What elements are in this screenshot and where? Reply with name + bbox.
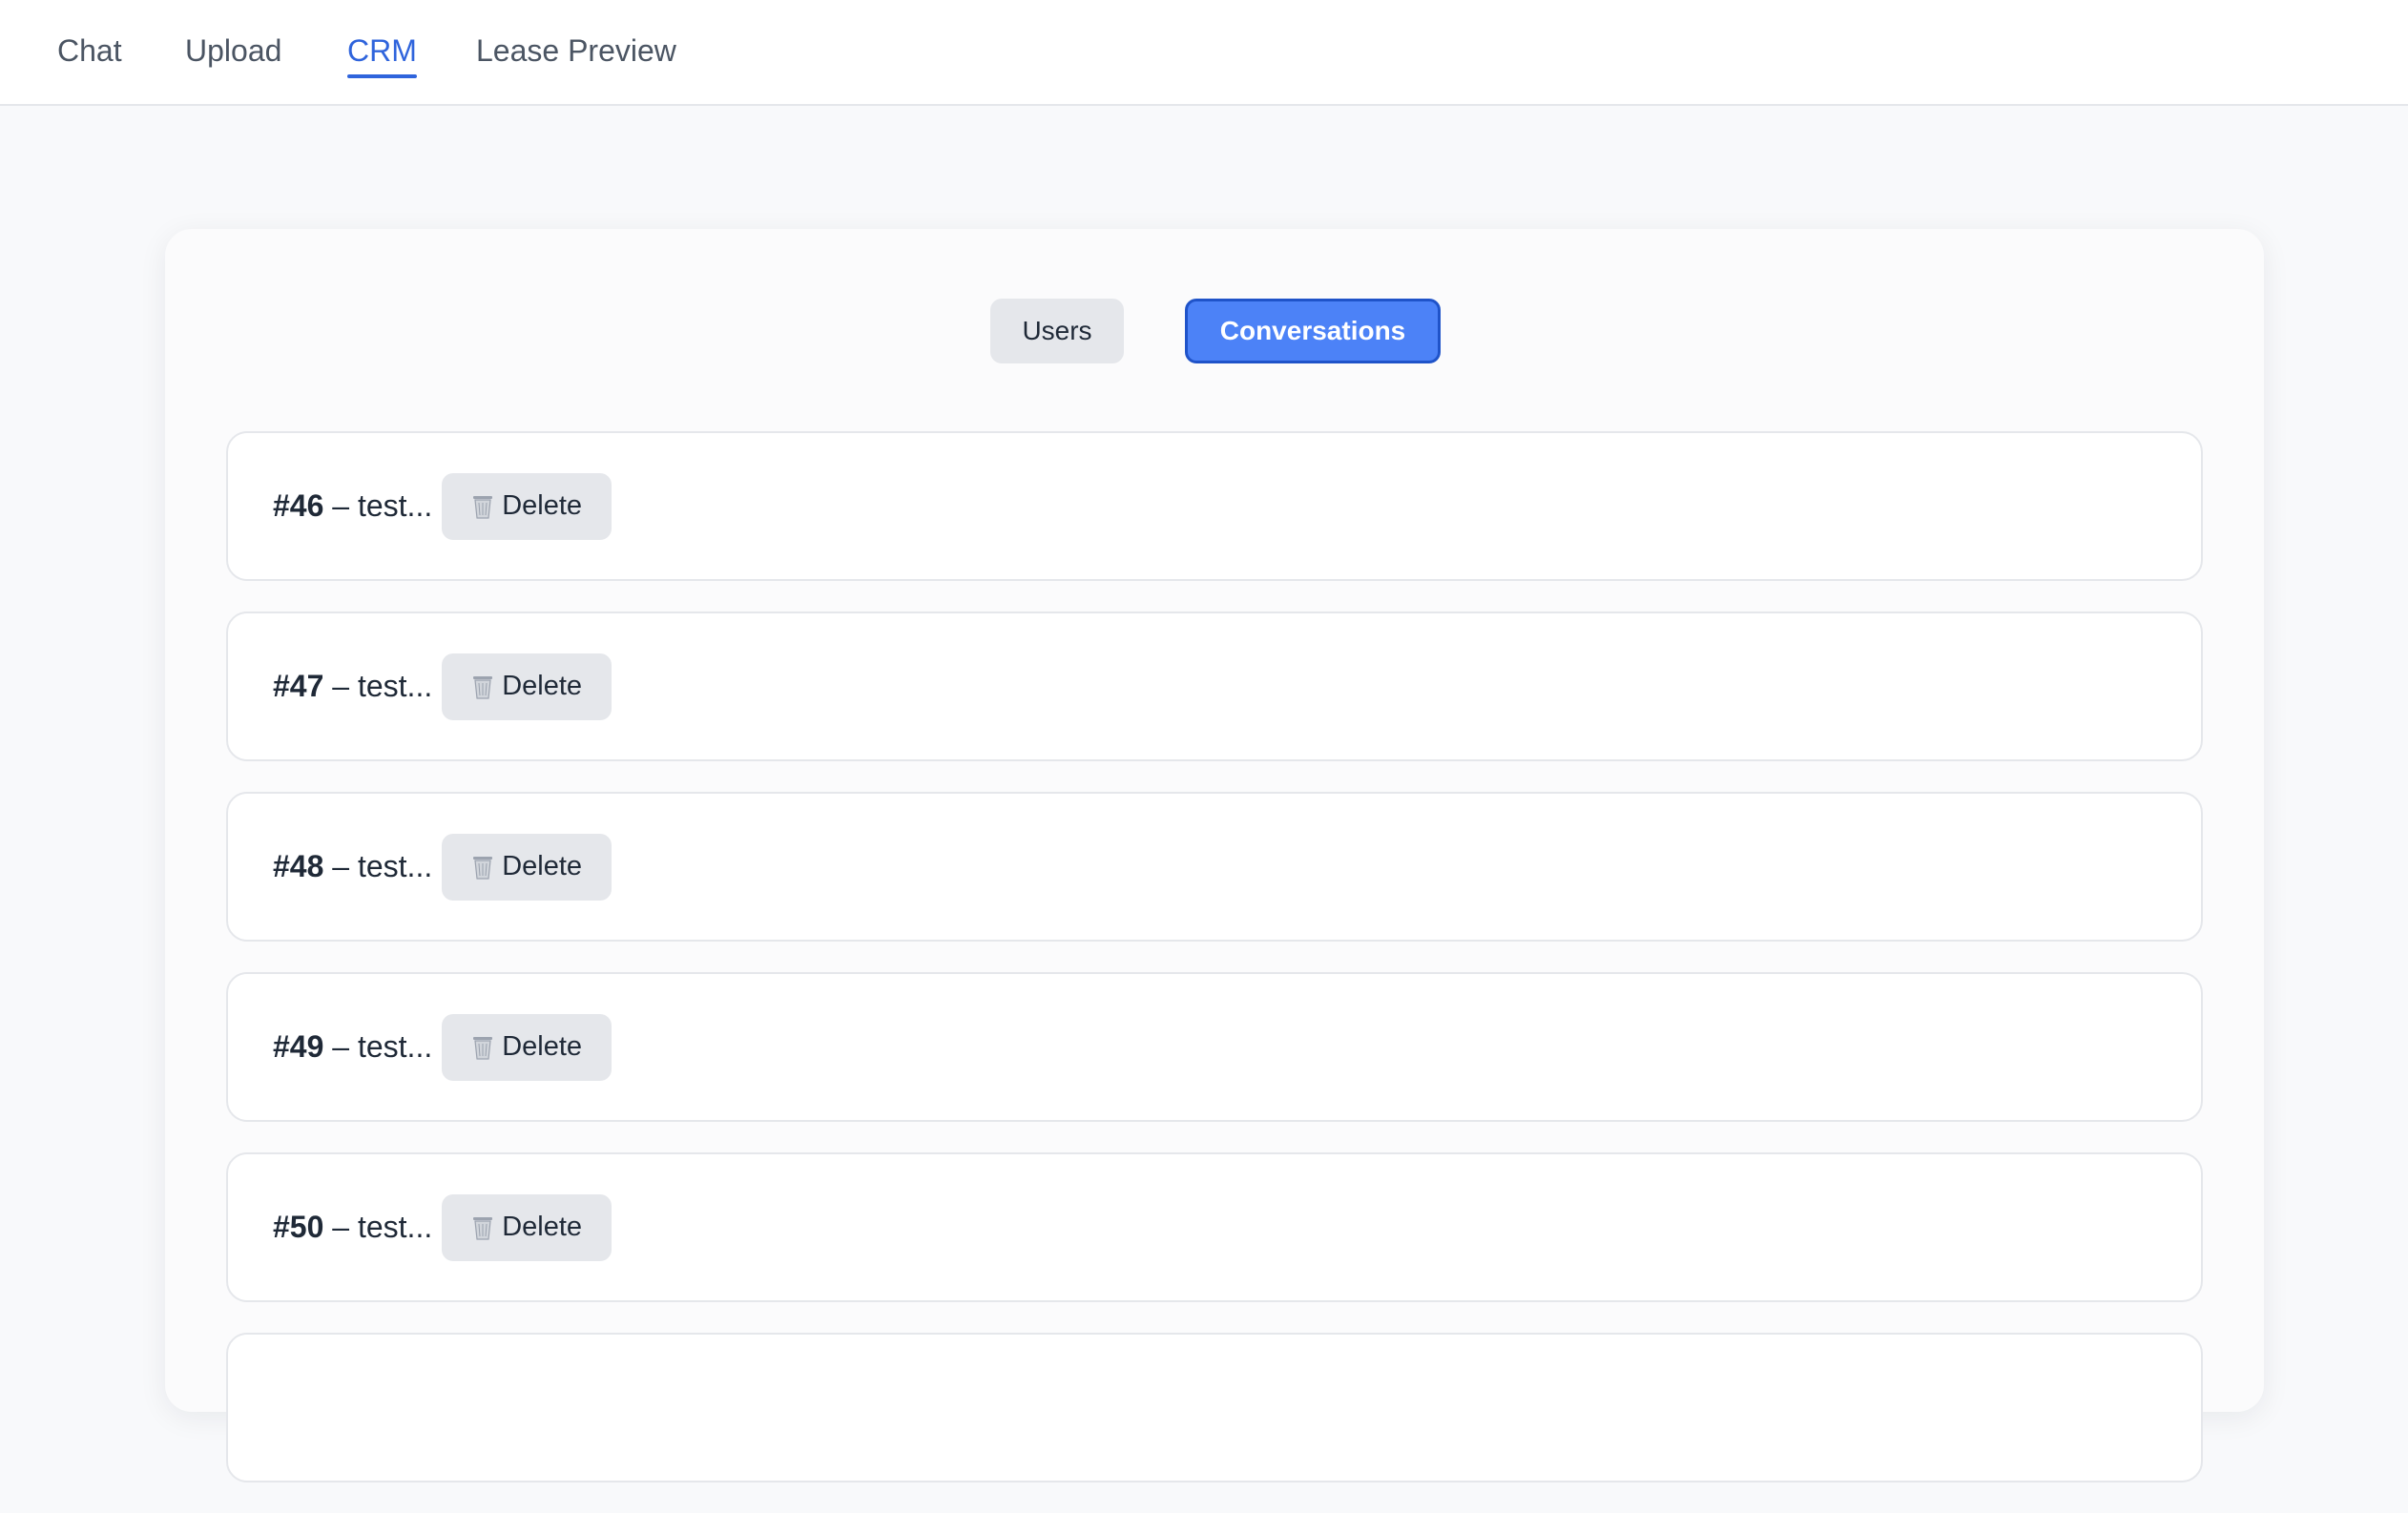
delete-button-label: Delete <box>502 1031 583 1062</box>
trash-icon <box>471 493 494 520</box>
delete-button[interactable]: Delete <box>442 1013 612 1081</box>
conversation-title[interactable]: #49 – test... <box>273 1029 432 1065</box>
conversation-id: #50 <box>273 1210 324 1244</box>
conversation-row: #50 – test... Delete <box>226 1152 2203 1302</box>
conversation-id: #48 <box>273 849 324 883</box>
users-toggle-button[interactable]: Users <box>990 299 1124 363</box>
conversation-id: #49 <box>273 1029 324 1064</box>
tab-upload[interactable]: Upload <box>185 29 281 73</box>
delete-button-label: Delete <box>502 851 583 881</box>
crm-panel: Users Conversations #46 – test... Delete <box>165 229 2264 1482</box>
delete-button-label: Delete <box>502 1212 583 1242</box>
conversation-preview: – test... <box>323 669 433 703</box>
conversations-toggle-button[interactable]: Conversations <box>1185 299 1441 363</box>
trash-icon <box>471 674 494 700</box>
trash-icon <box>471 1034 494 1061</box>
top-navigation: Chat Upload CRM Lease Preview <box>0 0 2408 106</box>
conversation-preview: – test... <box>323 1210 433 1244</box>
trash-icon <box>471 854 494 881</box>
conversation-title[interactable]: #47 – test... <box>273 669 432 704</box>
delete-button[interactable]: Delete <box>442 1193 612 1261</box>
conversation-row: #48 – test... Delete <box>226 792 2203 942</box>
trash-icon <box>471 1214 494 1241</box>
conversation-row: #46 – test... Delete <box>226 431 2203 581</box>
conversation-preview: – test... <box>323 1029 433 1064</box>
conversation-list: #46 – test... Delete #47 – test... Delet… <box>226 431 2203 1513</box>
delete-button[interactable]: Delete <box>442 653 612 720</box>
conversation-title[interactable]: #48 – test... <box>273 849 432 884</box>
conversation-title[interactable]: #50 – test... <box>273 1210 432 1245</box>
tab-crm[interactable]: CRM <box>347 29 417 78</box>
delete-button-label: Delete <box>502 671 583 701</box>
conversation-row: #47 – test... Delete <box>226 611 2203 761</box>
delete-button[interactable]: Delete <box>442 833 612 901</box>
tab-lease-preview[interactable]: Lease Preview <box>476 29 676 73</box>
tab-chat[interactable]: Chat <box>57 29 122 73</box>
conversation-row: #49 – test... Delete <box>226 972 2203 1122</box>
conversation-title[interactable]: #46 – test... <box>273 488 432 524</box>
conversation-preview: – test... <box>323 849 433 883</box>
delete-button[interactable]: Delete <box>442 472 612 540</box>
delete-button-label: Delete <box>502 490 583 521</box>
conversation-row <box>226 1333 2203 1482</box>
conversation-id: #46 <box>273 488 324 523</box>
conversation-id: #47 <box>273 669 324 703</box>
conversation-preview: – test... <box>323 488 433 523</box>
